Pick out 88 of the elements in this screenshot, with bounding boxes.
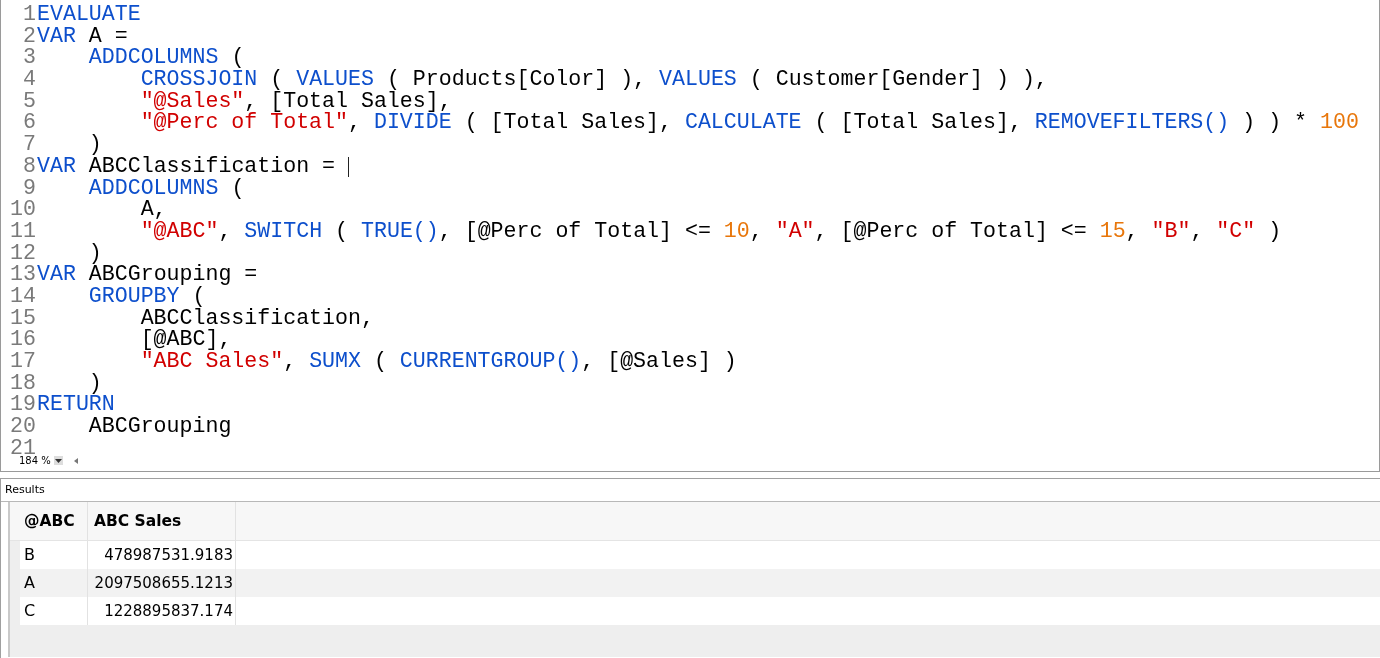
code-keyword: VALUES (659, 69, 737, 91)
code-text: ) ) * (1241, 112, 1308, 135)
line-number: 13 (9, 264, 37, 286)
code-text: , [Total Sales], (244, 90, 452, 113)
code-text: , (348, 112, 362, 135)
code-string: "C" (1216, 220, 1256, 243)
line-number: 1 (22, 4, 37, 26)
line-number: 18 (9, 372, 37, 395)
zoom-dropdown-button[interactable] (53, 456, 63, 465)
code-keyword: VAR (37, 155, 76, 178)
code-text: , [@Perc of Total] <= (438, 220, 712, 243)
code-number: 10 (723, 220, 750, 243)
code-keyword: DIVIDE (373, 112, 452, 135)
code-string: "@ABC" (140, 220, 219, 243)
code-text: ( Products[Color] ), (386, 69, 648, 91)
code-text: [@ABC], (140, 329, 232, 351)
code-text: A = (87, 25, 128, 48)
code-keyword: CURRENTGROUP() (399, 351, 582, 373)
line-number: 20 (9, 416, 37, 438)
column-header[interactable]: ABC Sales (88, 502, 236, 540)
code-text: , (749, 220, 764, 243)
code-text: , (1125, 220, 1140, 243)
code-text: ( (269, 69, 284, 91)
line-number: 7 (22, 134, 37, 156)
code-string: "@Sales" (140, 90, 245, 113)
code-keyword: CROSSJOIN (140, 69, 258, 91)
code-keyword: GROUPBY (88, 285, 180, 308)
line-number: 3 (22, 47, 37, 70)
code-keyword: REMOVEFILTERS() (1034, 112, 1230, 135)
code-text: ( (192, 285, 206, 308)
code-text: ( (334, 220, 350, 243)
code-text: ) (88, 242, 102, 265)
code-text: ( (372, 351, 388, 373)
line-number: 16 (9, 329, 37, 351)
line-number: 15 (9, 307, 37, 330)
line-number: 2 (22, 25, 37, 48)
code-keyword: ADDCOLUMNS (88, 47, 219, 70)
code-keyword: VAR (37, 264, 76, 286)
line-number: 14 (9, 285, 37, 308)
code-keyword: SUMX (309, 351, 361, 373)
zoom-level: 184 % (19, 455, 51, 466)
table-cell: 1228895837.174 (88, 597, 236, 625)
scroll-left-icon[interactable] (73, 457, 78, 464)
code-text: ABCGrouping = (87, 264, 258, 286)
line-number: 19 (9, 394, 37, 417)
code-string: "A" (775, 220, 815, 243)
code-text: , [@Perc of Total] <= (814, 220, 1088, 243)
caret-icon (54, 458, 62, 463)
code-text: ( (230, 47, 245, 70)
code-keyword: VAR (37, 25, 76, 48)
code-text: ABCClassification = (87, 155, 337, 178)
line-number: 11 (9, 220, 37, 243)
line-number: 10 (9, 199, 37, 221)
code-string: "B" (1151, 220, 1191, 243)
code-keyword: ADDCOLUMNS (88, 177, 219, 200)
code-text: ( [Total Sales], (813, 112, 1023, 135)
line-number: 8 (22, 155, 37, 178)
code-keyword: EVALUATE (37, 4, 141, 26)
line-number: 6 (22, 112, 37, 135)
code-text: , (1190, 220, 1205, 243)
code-text: ( [Total Sales], (463, 112, 673, 135)
code-text: , (218, 220, 233, 243)
code-keyword: RETURN (37, 394, 115, 417)
code-text: , [@Sales] ) (581, 351, 737, 373)
line-number: 4 (22, 69, 37, 91)
line-number: 9 (22, 177, 37, 200)
code-text: ) (88, 134, 102, 156)
code-string: "ABC Sales" (140, 351, 284, 373)
code-text: ) (88, 372, 102, 395)
code-number: 15 (1099, 220, 1126, 243)
code-number: 100 (1319, 112, 1359, 135)
code-string: "@Perc of Total" (140, 112, 348, 135)
line-number: 17 (9, 351, 37, 373)
code-text: ( (230, 177, 245, 200)
code-text: ABCClassification, (140, 307, 374, 330)
code-text: ) (1267, 220, 1282, 243)
code-text: ABCGrouping (88, 416, 232, 438)
code-text: , (283, 351, 298, 373)
line-number: 5 (22, 90, 37, 113)
line-number: 12 (9, 242, 37, 265)
code-text: ( Customer[Gender] ) ), (748, 69, 1048, 91)
code-keyword: VALUES (296, 69, 374, 91)
column-header[interactable]: @ABC (20, 502, 88, 540)
code-keyword: SWITCH (244, 220, 323, 243)
table-cell: C (20, 597, 88, 625)
code-keyword: CALCULATE (684, 112, 802, 135)
code-keyword: TRUE() (361, 220, 439, 243)
code-text: A, (140, 199, 167, 221)
